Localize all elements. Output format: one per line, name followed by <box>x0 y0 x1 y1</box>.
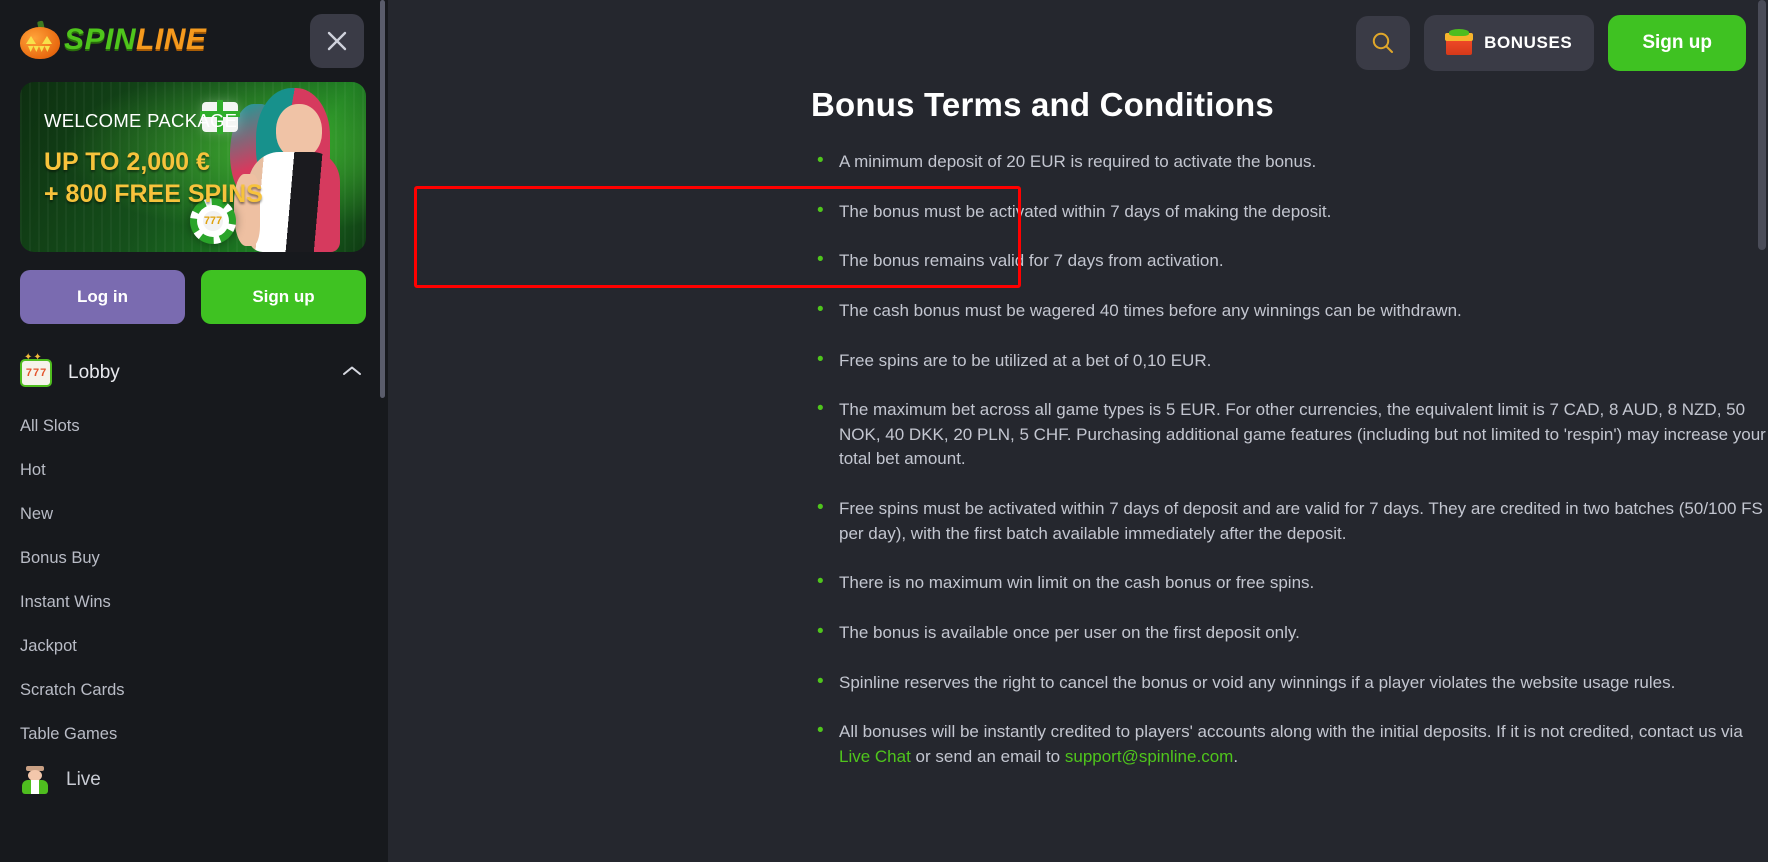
promo-freespins-line: + 800 FREE SPINS <box>44 180 263 208</box>
search-button[interactable] <box>1356 16 1411 70</box>
sidebar-item-label: All Slots <box>20 416 80 435</box>
reel-symbol: 7 <box>32 366 40 379</box>
sidebar-scrollbar-thumb[interactable] <box>380 0 385 398</box>
main-scrollbar[interactable] <box>1758 0 1766 862</box>
login-button[interactable]: Log in <box>20 270 185 324</box>
list-item: A minimum deposit of 20 EUR is required … <box>812 149 1768 175</box>
sidebar-item-instant-wins[interactable]: Instant Wins <box>0 580 388 624</box>
list-item: The bonus is available once per user on … <box>812 620 1768 646</box>
sidebar-item-bonus-buy[interactable]: Bonus Buy <box>0 536 388 580</box>
signup-button[interactable]: Sign up <box>1608 15 1746 71</box>
promo-text-block: WELCOME PACKAGE UP TO 2,000 € + 800 FREE… <box>20 82 263 210</box>
sidebar-item-label: Bonus Buy <box>20 548 100 567</box>
list-item: The cash bonus must be wagered 40 times … <box>812 298 1768 324</box>
page-title: Bonus Terms and Conditions <box>811 86 1274 123</box>
list-item: Free spins must be activated within 7 da… <box>812 496 1768 546</box>
terms-page: Bonus Terms and Conditions A minimum dep… <box>388 86 1768 770</box>
sidebar-scrollbar[interactable] <box>380 0 385 862</box>
term-text-prefix: All bonuses will be instantly credited t… <box>839 722 1743 742</box>
sidebar-item-lobby[interactable]: ✦✦ 7 7 7 Lobby <box>0 350 388 396</box>
slot-machine-icon: ✦✦ 7 7 7 <box>20 352 52 387</box>
sidebar-header: SPINLINE <box>0 0 388 68</box>
sidebar-item-label: Jackpot <box>20 636 77 655</box>
main-scrollbar-thumb[interactable] <box>1758 0 1766 250</box>
brand-wordmark: SPINLINE <box>64 23 206 57</box>
sidebar-item-live[interactable]: Live <box>0 756 388 794</box>
list-item: There is no maximum win limit on the cas… <box>812 570 1768 596</box>
sidebar-item-label: Hot <box>20 460 46 479</box>
reel-symbol: 7 <box>25 366 32 379</box>
sidebar-item-label: New <box>20 504 54 523</box>
sidebar-item-label: Scratch Cards <box>20 680 125 699</box>
brand-name-part1: SPIN <box>64 23 137 56</box>
reel-symbol: 7 <box>40 366 47 379</box>
term-text: The bonus must be activated within 7 day… <box>839 201 1332 221</box>
term-text-middle: or send an email to <box>910 746 1065 766</box>
sidebar-item-all-slots[interactable]: All Slots <box>0 404 388 448</box>
sidebar-item-label: Table Games <box>20 724 118 743</box>
welcome-package-banner[interactable]: 777 WELCOME PACKAGE UP TO 2,000 € + 800 … <box>20 82 366 252</box>
term-text: Free spins must be activated within 7 da… <box>839 499 1763 543</box>
pumpkin-icon <box>18 19 62 61</box>
sidebar-auth-buttons: Log in Sign up <box>20 270 366 324</box>
sidebar-item-hot[interactable]: Hot <box>0 448 388 492</box>
sidebar-item-scratch-cards[interactable]: Scratch Cards <box>0 668 388 712</box>
list-item-support: All bonuses will be instantly credited t… <box>812 719 1768 769</box>
support-email-link[interactable]: support@spinline.com <box>1065 747 1233 766</box>
term-text: The bonus is available once per user on … <box>839 623 1300 643</box>
list-item: The bonus must be activated within 7 day… <box>812 199 1768 225</box>
term-text: Spinline reserves the right to cancel th… <box>839 672 1676 692</box>
sidebar-item-label: Instant Wins <box>20 592 111 611</box>
sidebar-item-live-label: Live <box>66 769 101 790</box>
term-text: There is no maximum win limit on the cas… <box>839 573 1315 593</box>
brand-name-part2: LINE <box>136 23 207 56</box>
sidebar-item-new[interactable]: New <box>0 492 388 536</box>
sidebar-item-lobby-label: Lobby <box>68 362 120 383</box>
sidebar-signup-button[interactable]: Sign up <box>201 270 366 324</box>
brand-logo[interactable]: SPINLINE <box>18 12 206 68</box>
term-text-suffix: . <box>1233 746 1239 766</box>
top-header-bar: BONUSES Sign up <box>388 0 1768 86</box>
term-text: The maximum bet across all game types is… <box>839 400 1766 469</box>
sidebar-nav: ✦✦ 7 7 7 Lobby All Slots Hot New Bonus B… <box>0 350 388 794</box>
promo-amount-line: UP TO 2,000 € <box>44 148 210 176</box>
term-text: The bonus remains valid for 7 days from … <box>839 251 1224 271</box>
live-chat-link[interactable]: Live Chat <box>839 747 911 766</box>
main-content: BONUSES Sign up Bonus Terms and Conditio… <box>388 0 1768 862</box>
list-item: The maximum bet across all game types is… <box>812 397 1768 472</box>
close-icon <box>327 31 347 51</box>
gift-icon <box>1445 29 1474 55</box>
bonuses-button[interactable]: BONUSES <box>1424 15 1595 71</box>
list-item: Free spins are to be utilized at a bet o… <box>812 348 1768 374</box>
bonuses-button-label: BONUSES <box>1484 33 1573 52</box>
sidebar-item-jackpot[interactable]: Jackpot <box>0 624 388 668</box>
sidebar: SPINLINE 777 WELCOME PACKAGE UP TO 2,000… <box>0 0 388 862</box>
search-icon <box>1372 32 1394 53</box>
list-item: The bonus remains valid for 7 days from … <box>812 248 1768 274</box>
promo-title: WELCOME PACKAGE <box>44 110 238 131</box>
live-dealer-icon <box>20 766 50 794</box>
list-item: Spinline reserves the right to cancel th… <box>812 670 1768 696</box>
terms-list: A minimum deposit of 20 EUR is required … <box>812 149 1768 770</box>
sidebar-item-table-games[interactable]: Table Games <box>0 712 388 756</box>
sidebar-lobby-submenu: All Slots Hot New Bonus Buy Instant Wins… <box>0 404 388 756</box>
sparkle-icon: ✦✦ <box>24 352 43 363</box>
close-button[interactable] <box>310 14 364 68</box>
chevron-up-icon[interactable] <box>342 364 362 382</box>
term-text: A minimum deposit of 20 EUR is required … <box>839 152 1317 171</box>
term-text: Free spins are to be utilized at a bet o… <box>839 350 1212 370</box>
app-root: SPINLINE 777 WELCOME PACKAGE UP TO 2,000… <box>0 0 1768 862</box>
chip-label: 777 <box>203 211 223 231</box>
term-text: The cash bonus must be wagered 40 times … <box>839 300 1462 320</box>
